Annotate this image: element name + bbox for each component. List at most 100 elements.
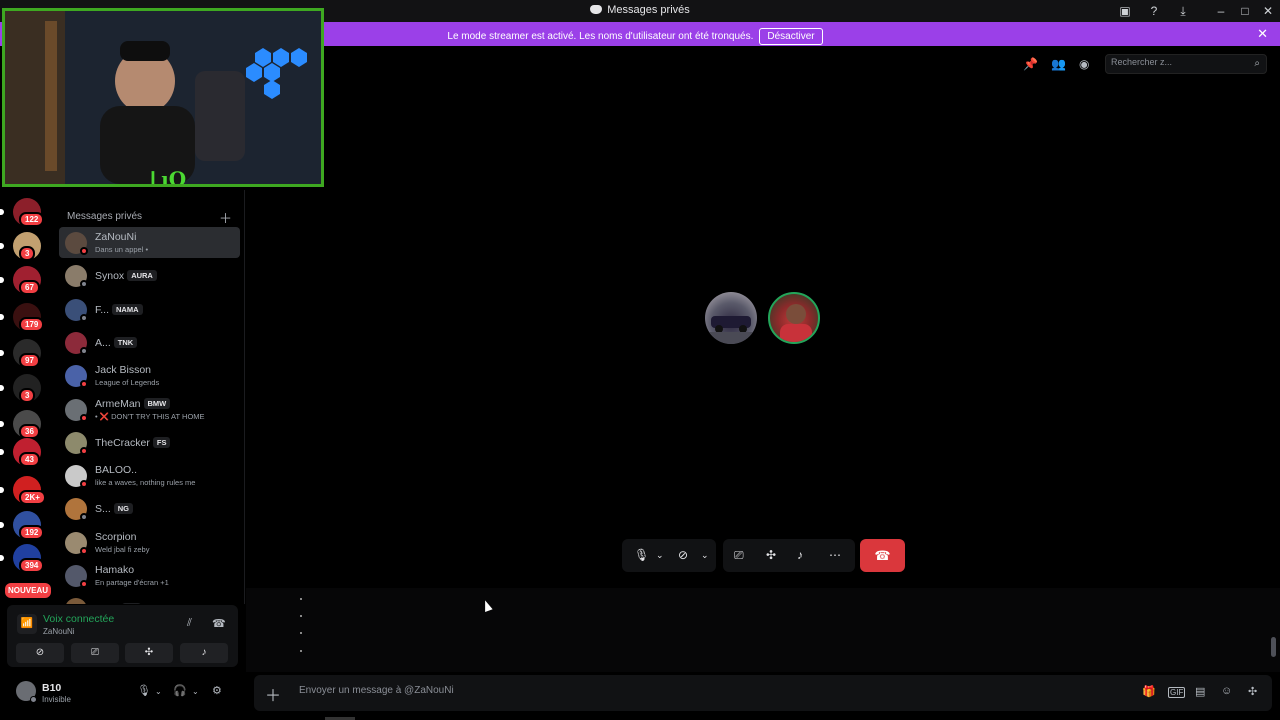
banner-close-icon[interactable]: ✕	[1257, 26, 1268, 42]
guild-tag: TNK	[113, 336, 138, 348]
add-dm-icon[interactable]: ＋	[219, 208, 232, 227]
headphones-icon[interactable]: 🎧	[173, 684, 187, 697]
message-input[interactable]	[299, 685, 999, 696]
dm-name-text: Scorpion	[95, 530, 137, 543]
message-marker	[300, 598, 302, 600]
message-composer: ＋ 🎁 GIF ▤ ☺ ✣	[254, 675, 1272, 711]
dm-item[interactable]: BALOO.. like a waves, nothing rules me	[59, 460, 240, 491]
status-indicator	[80, 313, 88, 322]
sticker-icon[interactable]: ▤	[1195, 685, 1205, 698]
server-mention-badge: 97	[19, 353, 40, 368]
streamer-logo: ᒪıO	[150, 167, 187, 187]
status-indicator	[80, 580, 88, 588]
noise-suppression-icon[interactable]: ⫽	[187, 617, 192, 630]
download-icon[interactable]: ⤓	[1175, 3, 1191, 19]
dm-item[interactable]: TheCracker FS	[59, 427, 240, 458]
new-servers-badge[interactable]: NOUVEAU	[5, 583, 52, 598]
camera-off-icon[interactable]: ⊘	[678, 548, 688, 562]
chat-log	[246, 588, 1280, 672]
dm-item[interactable]: Hamako En partage d'écran +1	[59, 560, 240, 591]
dm-name: TheCracker FS	[95, 436, 171, 449]
microphone-icon[interactable]: 🎙	[137, 684, 151, 697]
dm-item[interactable]: ArmeMan BMW • ❌ DON'T TRY THIS AT HOME	[59, 394, 240, 425]
apps-icon[interactable]: ✣	[1248, 685, 1257, 698]
disable-streamer-button[interactable]: Désactiver	[759, 28, 823, 45]
disconnect-icon[interactable]: ☎	[212, 617, 226, 630]
participant-avatar-1[interactable]	[705, 292, 757, 344]
status-indicator	[80, 513, 88, 522]
more-icon[interactable]: ⋯	[829, 548, 841, 562]
camera-off-icon: ⊘	[35, 647, 45, 658]
activities-button[interactable]: ✣	[125, 643, 173, 663]
dm-name: Scorpion	[95, 531, 136, 543]
add-friend-icon[interactable]: 👥	[1051, 57, 1066, 71]
dm-item[interactable]: Jack Bisson League of Legends	[59, 360, 240, 391]
signal-icon[interactable]: 📶	[17, 614, 37, 634]
server-mention-badge: 192	[19, 525, 45, 540]
car-image	[705, 316, 757, 344]
cast-icon[interactable]: ▣	[1117, 3, 1133, 19]
dm-item[interactable]: ZaNouNi Dans un appel •	[59, 227, 240, 258]
user-status: Invisible	[42, 695, 71, 704]
dm-item[interactable]: EnzeNG	[59, 593, 240, 604]
status-indicator	[80, 480, 88, 489]
message-marker	[300, 632, 302, 634]
microphone-icon[interactable]: 🎙	[634, 548, 649, 562]
soundboard-button[interactable]: ♪	[180, 643, 228, 663]
dm-item[interactable]: F... NAMA	[59, 294, 240, 325]
username[interactable]: B10	[42, 682, 61, 694]
close-icon[interactable]: ✕	[1260, 3, 1276, 19]
pin-icon[interactable]: 📌	[1023, 57, 1038, 71]
dm-item[interactable]: A... TNK	[59, 327, 240, 358]
gift-icon[interactable]: 🎁	[1142, 685, 1156, 698]
soundboard-icon[interactable]: ♪	[797, 548, 803, 562]
attach-plus-icon[interactable]: ＋	[265, 682, 281, 706]
help-icon[interactable]: ?	[1146, 3, 1162, 19]
screen-share-button[interactable]: ⎚	[71, 643, 119, 663]
dm-item[interactable]: Scorpion Weld jbal fi zeby	[59, 527, 240, 558]
webcam-scene	[5, 11, 321, 184]
server-mention-badge: 43	[19, 452, 40, 467]
dm-name-text: BALOO..	[95, 464, 138, 477]
server-mention-badge: 67	[19, 280, 40, 295]
voice-channel[interactable]: ZaNouNi	[43, 627, 75, 636]
status-indicator	[80, 413, 88, 422]
dm-name: ZaNouNi	[95, 231, 136, 243]
soundboard-icon: ♪	[201, 647, 207, 658]
camera-button[interactable]: ⊘	[16, 643, 64, 663]
dm-activity: En partage d'écran +1	[95, 578, 169, 587]
settings-gear-icon[interactable]: ⚙	[212, 684, 222, 697]
status-indicator	[80, 247, 88, 255]
chevron-down-icon[interactable]: ⌄	[155, 687, 162, 696]
profile-icon[interactable]: ◉	[1079, 57, 1089, 71]
participant-avatar-2[interactable]	[768, 292, 820, 344]
voice-status[interactable]: Voix connectée	[43, 613, 114, 625]
minimize-icon[interactable]: –	[1213, 3, 1229, 19]
dm-name: S... NG	[95, 503, 134, 515]
chevron-down-icon[interactable]: ⌄	[656, 550, 664, 561]
dm-activity: Weld jbal fi zeby	[95, 544, 150, 554]
dm-name-text: Jack Bisson	[95, 364, 152, 377]
status-indicator	[80, 446, 88, 455]
screen-share-icon: ⎚	[91, 647, 99, 658]
screen-share-icon[interactable]: ⎚	[734, 548, 744, 563]
search-input[interactable]	[1111, 57, 1251, 67]
dm-name: Hamako	[95, 564, 134, 576]
hang-up-button[interactable]: ☎	[860, 539, 905, 572]
chat-scrollbar[interactable]	[1271, 637, 1276, 657]
chevron-down-icon[interactable]: ⌄	[701, 550, 709, 561]
guild-tag: NG	[121, 603, 142, 604]
dm-item[interactable]: Synox AURA	[59, 260, 240, 291]
search-box[interactable]: ⌕	[1105, 54, 1267, 74]
dm-name: BALOO..	[95, 464, 137, 476]
maximize-icon[interactable]: □	[1237, 3, 1253, 19]
chevron-down-icon[interactable]: ⌄	[192, 687, 199, 696]
dm-item[interactable]: S... NG	[59, 493, 240, 524]
guild-tag: NAMA	[112, 303, 143, 315]
dm-name: F... NAMA	[95, 303, 143, 316]
gif-icon[interactable]: GIF	[1168, 687, 1186, 698]
activity-controls: ⎚ ✣ ♪ ⋯	[723, 539, 855, 572]
dm-name: Jack Bisson	[95, 364, 151, 376]
emoji-icon[interactable]: ☺	[1221, 685, 1232, 697]
activities-icon[interactable]: ✣	[766, 548, 776, 562]
